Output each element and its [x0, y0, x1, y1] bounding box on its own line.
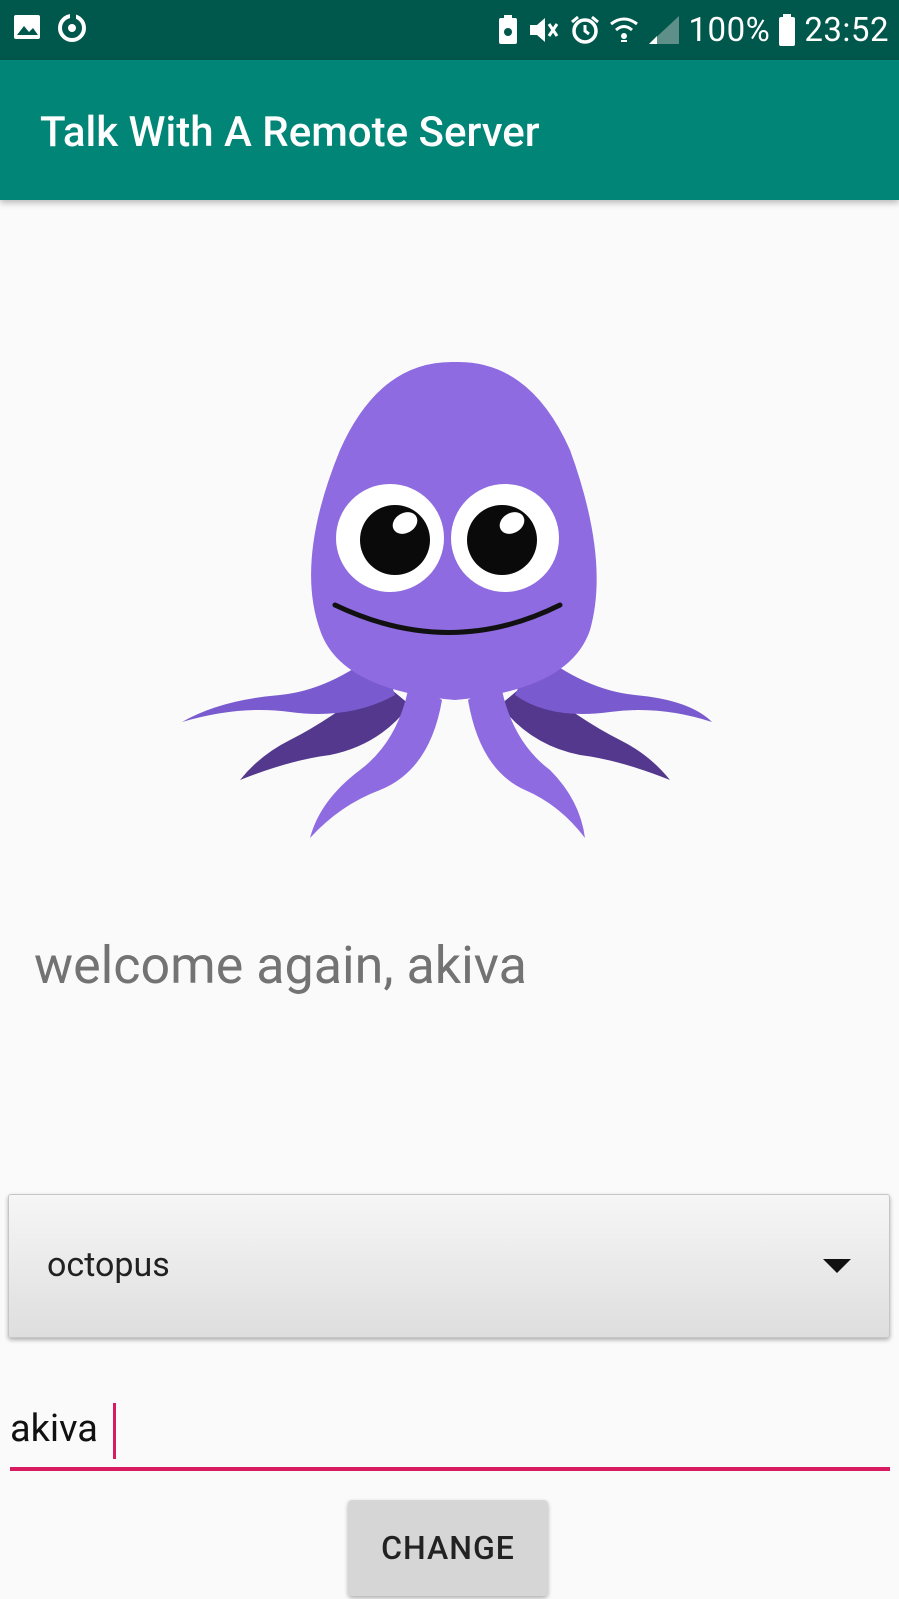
wifi-icon — [609, 14, 639, 46]
mute-icon — [527, 14, 561, 46]
welcome-text: welcome again, akiva — [34, 935, 527, 996]
signal-icon — [647, 14, 681, 46]
dropdown-arrow-icon — [823, 1259, 851, 1273]
alarm-icon — [569, 14, 601, 46]
app-bar: Talk With A Remote Server — [0, 60, 899, 200]
text-cursor — [113, 1403, 116, 1459]
spinner-selected-value: octopus — [47, 1245, 170, 1285]
gallery-icon — [12, 12, 42, 44]
name-input[interactable] — [10, 1405, 105, 1453]
status-bar: 100% 23:52 — [0, 0, 899, 60]
animal-spinner[interactable]: octopus — [8, 1194, 890, 1338]
app-title: Talk With A Remote Server — [40, 108, 540, 157]
name-field[interactable] — [10, 1395, 890, 1471]
octopus-image — [180, 360, 730, 860]
battery-icon — [778, 13, 796, 47]
clock: 23:52 — [804, 10, 889, 50]
change-button[interactable]: CHANGE — [348, 1500, 548, 1596]
battery-percent: 100% — [688, 10, 771, 50]
battery-saver-icon — [497, 14, 519, 46]
sync-icon — [56, 12, 88, 44]
